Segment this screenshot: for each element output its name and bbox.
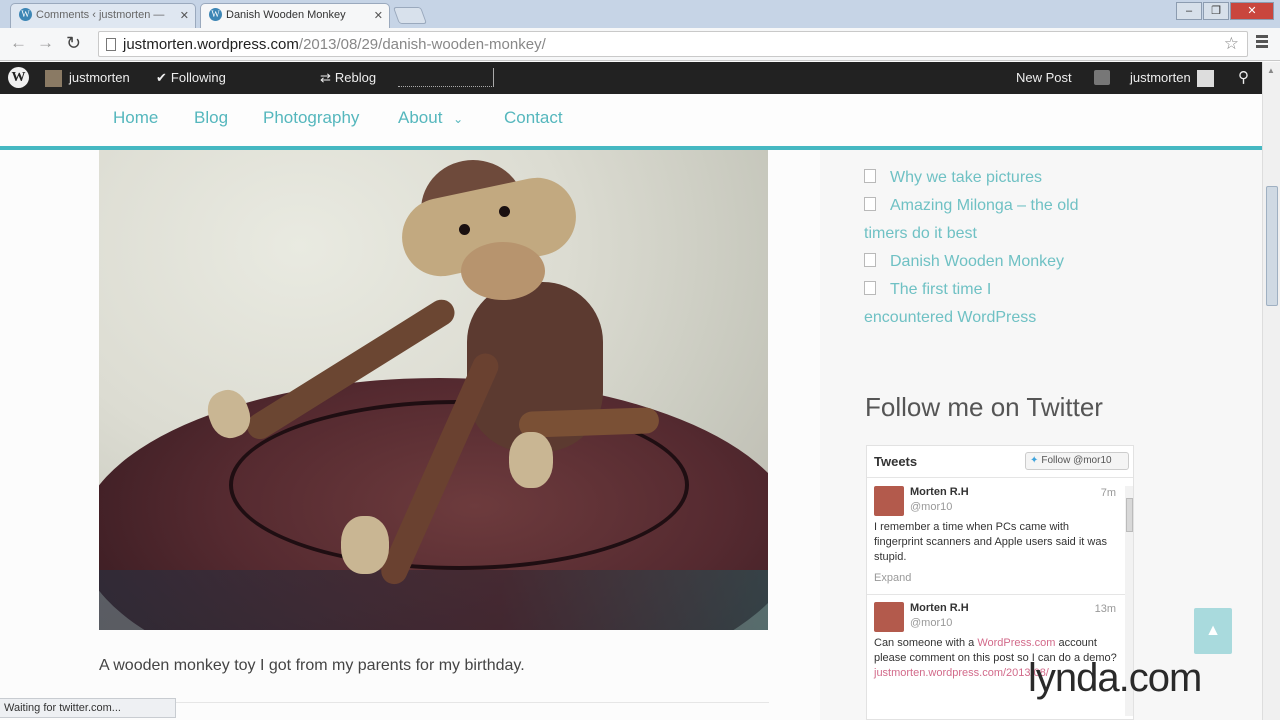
url-host: justmorten.wordpress.com [123,36,299,53]
image-monkey-foot-left [341,516,389,574]
post-image-wooden-monkey[interactable] [99,150,768,630]
page-scrollbar-thumb[interactable] [1266,186,1278,306]
tweet[interactable]: Morten R.H @mor10 7m I remember a time w… [874,486,1122,596]
tweet-avatar[interactable] [874,486,904,516]
tweet-handle: @mor10 [910,617,953,629]
tab-close-icon[interactable]: ✕ [374,9,383,22]
following-button[interactable]: ✔ Following [156,70,226,86]
tweet-time[interactable]: 13m [1095,603,1116,615]
page-icon [106,38,116,51]
browser-tab-danish-wooden-monkey[interactable]: W Danish Wooden Monkey ✕ [200,3,390,28]
wp-admin-bar: W justmorten ✔ Following ⇄ Reblog New Post… [0,62,1262,94]
recent-post-link[interactable]: The first time I encountered WordPress [864,276,1084,332]
tab-title: Danish Wooden Monkey [226,8,346,21]
bookmark-star-icon[interactable]: ☆ [1224,34,1239,54]
admin-site-link[interactable]: justmorten [45,70,130,88]
follow-label: Follow @mor10 [1041,455,1112,466]
twitter-bird-icon: ✦ [1030,455,1039,466]
window-close-button[interactable]: ✕ [1230,2,1274,20]
tweet-text: I remember a time when PCs came with fin… [874,521,1107,563]
wordpress-logo-icon[interactable]: W [8,67,29,88]
site-avatar [45,70,62,88]
browser-tab-comments[interactable]: W Comments ‹ justmorten — ✕ [10,3,196,28]
recent-post-title: Danish Wooden Monkey [890,253,1065,270]
tab-close-icon[interactable]: ✕ [180,9,189,22]
tweet-avatar[interactable] [874,602,904,632]
twitter-widget-title: Follow me on Twitter [865,392,1103,422]
search-icon[interactable]: ⚲ [1238,68,1249,86]
tweet-scrollbar-thumb[interactable] [1126,498,1133,532]
image-caption: A wooden monkey toy I got from my parent… [99,657,525,674]
chevron-down-icon: ⌄ [453,112,464,126]
document-icon [864,197,876,211]
nav-about[interactable]: About ⌄ [398,108,463,128]
divider [99,702,769,703]
document-icon [864,281,876,295]
url-path: /2013/08/29/danish-wooden-monkey/ [298,36,546,53]
tweet-link[interactable]: WordPress.com [977,637,1055,649]
reload-icon[interactable]: ↻ [66,33,81,54]
admin-user-menu[interactable]: justmorten [1130,70,1214,88]
divider [867,594,1133,595]
recent-post-link[interactable]: Why we take pictures [864,164,1114,192]
reblog-field[interactable] [398,68,494,87]
document-icon [864,253,876,267]
nav-contact[interactable]: Contact [504,108,563,128]
browser-menu-icon[interactable] [1256,35,1268,50]
recent-post-link[interactable]: Amazing Milonga – the old timers do it b… [864,192,1114,248]
image-monkey-muzzle [461,242,545,300]
tweet-handle: @mor10 [910,501,953,513]
lynda-watermark: lynda.com [1028,656,1202,700]
nav-blog[interactable]: Blog [194,108,228,128]
back-to-top-button[interactable]: ▲ [1194,608,1232,654]
admin-site-label: justmorten [69,70,130,85]
recent-post-title: Amazing Milonga – the old timers do it b… [864,197,1079,242]
maximize-button[interactable]: ❐ [1203,2,1229,20]
browser-toolbar: ← → ↻ justmorten.wordpress.com/2013/08/2… [0,28,1280,61]
follow-button[interactable]: ✦ Follow @mor10 [1025,452,1129,470]
tab-title: Comments ‹ justmorten — [36,8,165,21]
image-monkey-eye-right [499,206,510,217]
minimize-button[interactable]: – [1176,2,1202,20]
reblog-label: Reblog [334,70,377,85]
admin-user-label: justmorten [1130,70,1191,85]
scroll-up-icon[interactable]: ▲ [1267,66,1275,75]
reblog-button[interactable]: ⇄ Reblog [320,70,376,86]
address-bar[interactable]: justmorten.wordpress.com/2013/08/29/dani… [98,31,1248,57]
recent-post-title: Why we take pictures [890,169,1043,186]
check-icon: ✔ [156,70,167,85]
wordpress-favicon-icon: W [209,8,222,21]
tweet-text-part: Can someone with a [874,637,978,649]
image-monkey-foot-right [509,432,553,488]
divider [867,477,1133,478]
document-icon [864,169,876,183]
tweet-expand-link[interactable]: Expand [874,572,911,584]
new-post-link[interactable]: New Post [1016,70,1072,85]
recent-post-title: The first time I encountered WordPress [864,281,1037,326]
tweet-author[interactable]: Morten R.H [910,486,969,498]
image-monkey-eye-left [459,224,470,235]
reblog-icon: ⇄ [320,70,331,85]
page-scrollbar[interactable]: ▲ [1262,62,1280,720]
tweets-heading: Tweets [874,454,918,469]
tweet-time[interactable]: 7m [1101,487,1116,499]
nav-home[interactable]: Home [113,108,158,128]
following-label: Following [170,70,226,85]
forward-arrow-icon[interactable]: → [37,33,54,53]
user-avatar [1196,70,1214,88]
tweet-author[interactable]: Morten R.H [910,602,969,614]
notifications-icon[interactable] [1094,70,1110,85]
post-column: A wooden monkey toy I got from my parent… [0,150,820,720]
site-navigation: Home Blog Photography About ⌄ Contact [0,94,1262,150]
browser-status-bar: Waiting for twitter.com... [0,698,176,718]
tweet-url-link[interactable]: justmorten.wordpress.com/2013/08/ [874,667,1049,679]
wordpress-favicon-icon: W [19,8,32,21]
back-arrow-icon[interactable]: ← [10,33,27,53]
recent-post-link[interactable]: Danish Wooden Monkey [864,248,1114,276]
new-tab-button[interactable] [392,7,428,24]
nav-about-label: About [398,108,443,127]
nav-photography[interactable]: Photography [263,108,359,128]
browser-tabstrip: W Comments ‹ justmorten — ✕ W Danish Woode… [0,0,1280,28]
image-table-base [99,570,768,630]
